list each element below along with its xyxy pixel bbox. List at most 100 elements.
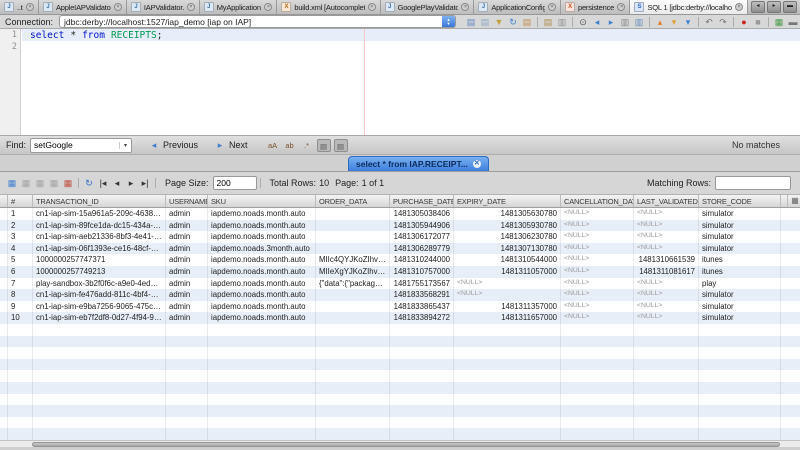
cell[interactable]: 7 [8, 278, 33, 290]
cell[interactable]: <NULL> [634, 312, 699, 324]
cell[interactable] [561, 405, 634, 417]
cell[interactable] [316, 359, 390, 371]
cell[interactable] [208, 417, 316, 429]
cell[interactable] [390, 428, 454, 440]
refresh-records-icon[interactable]: ↻ [83, 177, 95, 189]
cell[interactable]: <NULL> [454, 278, 561, 290]
cell[interactable]: cn1-iap-sim-15a961a5-209c-4638-9... [33, 208, 166, 220]
first-page-icon[interactable]: |◂ [97, 177, 109, 189]
column-header-transaction_id[interactable]: TRANSACTION_ID [33, 195, 166, 207]
cell[interactable] [316, 312, 390, 324]
wrap-search-toggle[interactable]: ▤ [334, 139, 348, 152]
cell[interactable] [634, 417, 699, 429]
cell[interactable]: 1481306230780 [454, 231, 561, 243]
cell[interactable]: 1481311057000 [454, 266, 561, 278]
maximize-window-icon[interactable]: ▬ [783, 1, 797, 13]
cell[interactable]: 2 [8, 220, 33, 232]
table-row[interactable]: 4cn1-iap-sim-06f1393e-ce16-48cf-91...adm… [0, 243, 800, 255]
run-script-icon[interactable]: ▦ [773, 16, 785, 28]
close-tab-icon[interactable]: × [548, 3, 556, 11]
cell[interactable]: <NULL> [561, 289, 634, 301]
cancel-edits-icon[interactable]: ▦ [48, 177, 60, 189]
find-combo[interactable]: ▾ [30, 138, 132, 153]
duplicate-down-icon[interactable]: ▾ [682, 16, 694, 28]
truncate-table-icon[interactable]: ▦ [62, 177, 74, 189]
cell[interactable]: 1481307130780 [454, 243, 561, 255]
column-header-last_validated[interactable]: LAST_VALIDATED [634, 195, 699, 207]
cell[interactable] [166, 382, 208, 394]
cell[interactable] [316, 382, 390, 394]
editor-tab[interactable]: JApplicationConfig.java× [474, 0, 561, 14]
cell[interactable]: 1481833894272 [390, 312, 454, 324]
cell[interactable]: play-sandbox-3b2f0f6c-a9e0-4ed8-b... [33, 278, 166, 290]
cell[interactable] [208, 359, 316, 371]
cell[interactable] [316, 417, 390, 429]
cell[interactable] [561, 417, 634, 429]
cell[interactable]: iapdemo.noads.month.auto [208, 254, 316, 266]
cell[interactable] [166, 347, 208, 359]
cell[interactable] [316, 324, 390, 336]
cell[interactable] [454, 428, 561, 440]
cell[interactable]: admin [166, 266, 208, 278]
table-row[interactable]: 10cn1-iap-sim-eb7f2df8-0d27-4f94-95...ad… [0, 312, 800, 324]
cell[interactable] [316, 208, 390, 220]
cell[interactable]: <NULL> [561, 301, 634, 313]
cell[interactable]: 1000000257749213 [33, 266, 166, 278]
connection-combo[interactable]: jdbc:derby://localhost:1527/iap_demo [ia… [59, 15, 456, 28]
cell[interactable]: simulator [699, 289, 781, 301]
table-row[interactable]: 51000000257747371adminiapdemo.noads.mont… [0, 254, 800, 266]
cell[interactable]: simulator [699, 220, 781, 232]
cell[interactable]: simulator [699, 231, 781, 243]
close-tab-icon[interactable]: × [735, 3, 743, 11]
find-input[interactable] [31, 140, 119, 150]
close-tab-icon[interactable]: × [26, 3, 34, 11]
table-row[interactable]: 7play-sandbox-3b2f0f6c-a9e0-4ed8-b...adm… [0, 278, 800, 290]
cell[interactable] [33, 428, 166, 440]
cell[interactable]: 1481310544000 [454, 254, 561, 266]
sql-statement[interactable]: select * from RECEIPTS; [30, 29, 162, 41]
stop-macro-icon[interactable]: ■ [752, 16, 764, 28]
cell[interactable]: 1481310757000 [390, 266, 454, 278]
cell[interactable]: iapdemo.noads.month.auto [208, 301, 316, 313]
cell[interactable] [33, 382, 166, 394]
cell[interactable] [208, 347, 316, 359]
attach-icon[interactable]: ▬ [787, 16, 799, 28]
sql-editor[interactable]: 1 2 select * from RECEIPTS; [0, 29, 800, 135]
cell[interactable] [561, 394, 634, 406]
find-icon[interactable]: ⊙ [577, 16, 589, 28]
highlight-results-toggle[interactable]: ▤ [317, 139, 331, 152]
cell[interactable]: 10 [8, 312, 33, 324]
cell[interactable]: admin [166, 289, 208, 301]
cell[interactable] [316, 428, 390, 440]
cell[interactable]: <NULL> [561, 278, 634, 290]
table-row[interactable]: 61000000257749213adminiapdemo.noads.mont… [0, 266, 800, 278]
cell[interactable] [8, 359, 33, 371]
cell[interactable]: <NULL> [561, 220, 634, 232]
cell[interactable]: <NULL> [634, 278, 699, 290]
cell[interactable]: 1481310661539 [634, 254, 699, 266]
cell[interactable] [454, 382, 561, 394]
last-page-icon[interactable]: ▸| [139, 177, 151, 189]
previous-change-icon[interactable]: ◂ [591, 16, 603, 28]
cell[interactable] [166, 394, 208, 406]
cell[interactable]: admin [166, 243, 208, 255]
column-header-cancellation_date[interactable]: CANCELLATION_DATE [561, 195, 634, 207]
editor-tab[interactable]: JMyApplication.java× [200, 0, 278, 14]
cell[interactable]: admin [166, 220, 208, 232]
cell[interactable] [454, 370, 561, 382]
editor-tab[interactable]: Xbuild.xml [AutocompleteText]× [277, 0, 380, 14]
table-row[interactable]: 2cn1-iap-sim-89fce1da-dc15-434a-81...adm… [0, 220, 800, 232]
column-header-num[interactable]: # [8, 195, 33, 207]
open-recent-icon[interactable]: ▤ [542, 16, 554, 28]
undo-icon[interactable]: ↶ [703, 16, 715, 28]
cell[interactable] [166, 428, 208, 440]
close-results-tab-icon[interactable]: ✕ [473, 160, 481, 168]
page-size-input[interactable] [213, 176, 257, 190]
cell[interactable]: <NULL> [561, 243, 634, 255]
cell[interactable]: iapdemo.noads.month.auto [208, 231, 316, 243]
next-page-icon[interactable]: ▸ [125, 177, 137, 189]
cell[interactable]: 9 [8, 301, 33, 313]
cell[interactable] [699, 370, 781, 382]
cell[interactable] [8, 417, 33, 429]
copy-stack-icon[interactable]: ▥ [619, 16, 631, 28]
